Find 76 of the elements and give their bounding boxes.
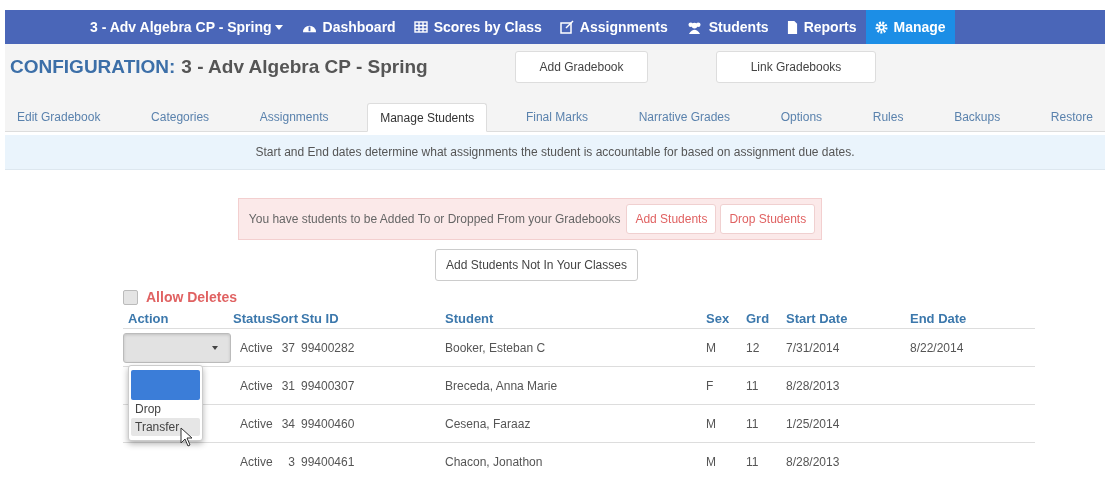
table-cell: F [706, 378, 714, 393]
table-cell: 3 [288, 454, 295, 469]
table-cell: 99400461 [301, 454, 355, 469]
dropdown-option[interactable]: Transfer [131, 418, 200, 436]
edit-icon [559, 20, 574, 34]
column-header: Student [445, 309, 495, 328]
tab[interactable]: Restore [1038, 102, 1105, 131]
table-cell: 34 [281, 416, 295, 431]
link-gradebooks-button[interactable]: Link Gradebooks [716, 51, 876, 83]
page-title: 3 - Adv Algebra CP - Spring [181, 54, 428, 79]
column-header: Action [127, 309, 170, 328]
nav-item[interactable]: Manage [865, 10, 955, 44]
table-cell: 8/28/2013 [786, 378, 840, 393]
table-cell: M [706, 416, 716, 431]
nav-item[interactable]: Assignments [550, 10, 677, 44]
tab[interactable]: Manage Students [367, 103, 488, 132]
table-cell: 99400282 [301, 340, 355, 355]
table-cell: 8/28/2013 [786, 454, 840, 469]
tab[interactable]: Assignments [247, 102, 341, 131]
nav-item[interactable]: Scores by Class [404, 10, 551, 44]
table-cell: Chacon, Jonathon [445, 454, 543, 469]
checkbox[interactable] [123, 289, 138, 305]
allow-deletes-label: Allow Deletes [146, 287, 238, 307]
table-cell: Cesena, Faraaz [445, 416, 531, 431]
add-students-button[interactable]: Add Students [626, 204, 717, 234]
caret-icon [212, 345, 218, 350]
column-header: Stu ID [301, 309, 340, 328]
nav-item[interactable]: Students [676, 10, 778, 44]
tab[interactable]: Narrative Grades [626, 102, 743, 131]
dropdown-option[interactable] [131, 370, 200, 400]
column-header: Grd [746, 309, 771, 328]
column-header: Start Date [786, 309, 849, 328]
table-cell: Booker, Esteban C [445, 340, 546, 355]
column-header: End Date [910, 309, 968, 328]
settings-icon [874, 20, 888, 34]
table-cell: Active [240, 378, 273, 393]
table-cell: M [706, 454, 716, 469]
tab[interactable]: Edit Gradebook [5, 102, 113, 131]
tab[interactable]: Categories [139, 102, 222, 131]
column-header: Sort [272, 309, 299, 328]
alert-message: You have students to be Added To or Dropped From your Gradebooks [248, 211, 621, 228]
table-cell: 7/31/2014 [786, 340, 840, 355]
table-cell: 11 [746, 416, 759, 431]
page-title-label: CONFIGURATION: [10, 54, 176, 79]
table-cell: 37 [281, 340, 295, 355]
add-students-button[interactable]: Add Students Not In Your Classes [435, 249, 638, 281]
table-cell: Breceda, Anna Marie [445, 378, 558, 393]
table-cell: M [706, 340, 716, 355]
tab[interactable]: Final Marks [513, 102, 600, 131]
table-cell: Active [240, 454, 273, 469]
tab[interactable]: Backups [942, 102, 1013, 131]
table-cell: 8/22/2014 [910, 340, 964, 355]
column-header: Status [233, 309, 272, 328]
grid-icon [413, 21, 428, 33]
add-gradebook-button[interactable]: Add Gradebook [515, 51, 648, 83]
table-cell: Active [240, 416, 273, 431]
action-select[interactable] [123, 332, 231, 363]
table-cell: 31 [281, 378, 295, 393]
table-cell: Active [240, 340, 273, 355]
nav-item[interactable]: Reports [777, 10, 866, 44]
nav-item[interactable]: Dashboard [292, 10, 405, 44]
table-cell: 1/25/2014 [786, 416, 840, 431]
table-cell: 12 [746, 340, 760, 355]
file-icon [786, 20, 798, 34]
table-cell: 99400460 [301, 416, 355, 431]
info-banner: Start and End dates determine what assignments the student is accountable for based on assignment due dates. [5, 135, 1105, 170]
tab[interactable]: Rules [860, 102, 916, 131]
table-cell: 11 [746, 378, 759, 393]
table-cell: 99400307 [301, 378, 355, 393]
column-header: Sex [706, 309, 731, 328]
dropdown-option[interactable]: Drop [131, 400, 200, 418]
class-menu[interactable]: 3 - Adv Algebra CP - Spring [80, 10, 293, 44]
tab[interactable]: Options [768, 102, 835, 131]
table-cell: 11 [746, 454, 759, 469]
drop-students-button[interactable]: Drop Students [720, 204, 816, 234]
caret-icon [274, 24, 283, 30]
